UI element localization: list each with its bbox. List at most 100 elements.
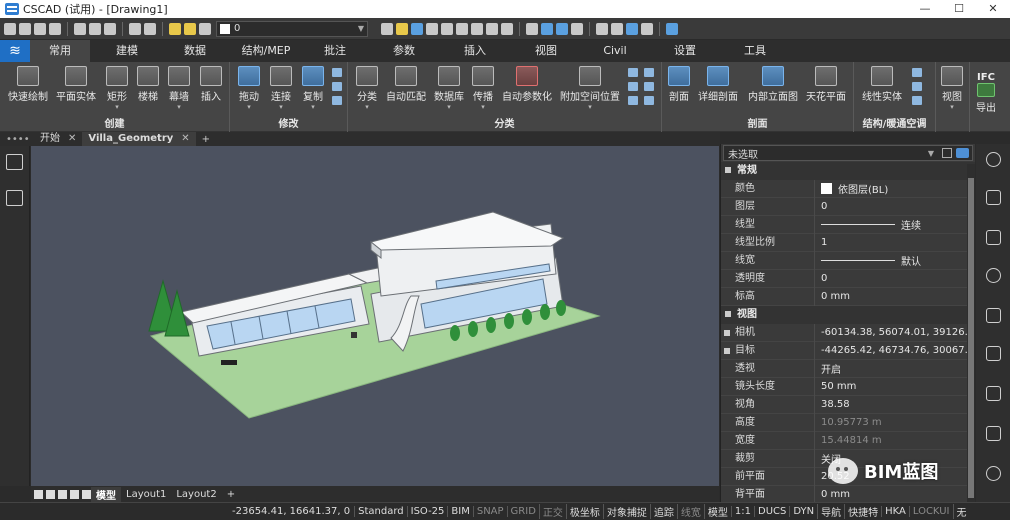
prop-row-perspective[interactable]: 透视 开启 [721, 359, 975, 378]
balloon-icon[interactable] [986, 230, 1001, 245]
filter-icon[interactable] [942, 148, 952, 158]
prop-row-camera[interactable]: 相机 -60134.38, 56074.01, 39126.68 [721, 323, 975, 342]
small-tool-icon[interactable] [644, 68, 654, 77]
properties-icon[interactable] [596, 22, 608, 35]
curtain-wall-button[interactable]: 幕墙 ▾ [168, 66, 190, 111]
layer-delete-icon[interactable] [501, 22, 513, 35]
prop-row-height[interactable]: 高度 10.95773 m [721, 413, 975, 432]
next-layout-icon[interactable] [58, 489, 67, 499]
small-tool-icon[interactable] [912, 96, 922, 105]
cube-icon[interactable] [986, 426, 1001, 441]
cloud-upload-icon[interactable] [986, 466, 1001, 481]
status-dim-style[interactable]: ISO-25 [406, 506, 448, 517]
print-icon[interactable] [74, 22, 86, 35]
tab-structure-mep[interactable]: 结构/MEP [226, 40, 306, 62]
detail-section-button[interactable]: 详细剖面 [698, 66, 738, 103]
insert-button[interactable]: 插入 [200, 66, 222, 103]
lightbulb-icon[interactable] [986, 152, 1001, 167]
stairs-button[interactable]: 楼梯 [137, 66, 159, 103]
tab-model[interactable]: 模型 [91, 486, 121, 502]
model-viewport[interactable] [31, 146, 719, 486]
new-file-icon[interactable] [4, 22, 16, 35]
design-center-icon[interactable] [611, 22, 623, 35]
open-file-icon[interactable] [19, 22, 31, 35]
prop-row-field-of-view[interactable]: 视角 38.58 [721, 395, 975, 414]
layer-state-icon[interactable] [426, 22, 438, 35]
status-nav[interactable]: 导航 [817, 504, 844, 519]
help-icon[interactable] [666, 22, 678, 35]
layer-previous-icon[interactable] [471, 22, 483, 35]
classify-button[interactable]: 分类 ▾ [356, 66, 378, 111]
planar-solid-button[interactable]: 平面实体 [56, 66, 96, 103]
last-layout-icon[interactable] [70, 489, 79, 499]
prop-row-layer[interactable]: 图层 0 [721, 197, 975, 216]
tab-civil[interactable]: Civil [586, 40, 644, 62]
status-scale[interactable]: 1:1 [730, 506, 754, 517]
prop-row-linetype[interactable]: 线型 连续 [721, 215, 975, 234]
bim-icon[interactable] [571, 22, 583, 35]
first-layout-icon[interactable] [34, 489, 43, 499]
close-icon[interactable]: ✕ [68, 132, 76, 146]
layer-on-icon[interactable] [169, 22, 181, 35]
drag-button[interactable]: 拖动 ▾ [238, 66, 260, 111]
match-layer-icon[interactable] [381, 22, 393, 35]
small-tool-icon[interactable] [644, 96, 654, 105]
small-tool-icon[interactable] [912, 82, 922, 91]
status-ortho[interactable]: 正交 [538, 504, 566, 519]
status-polar[interactable]: 极坐标 [565, 504, 603, 519]
copy-button[interactable]: 复制 ▾ [302, 66, 324, 111]
tab-layout1[interactable]: Layout1 [121, 489, 171, 500]
status-dyn[interactable]: DYN [789, 506, 817, 517]
prop-row-elevation[interactable]: 标高 0 mm [721, 287, 975, 306]
small-tool-icon[interactable] [912, 68, 922, 77]
tab-tools[interactable]: 工具 [726, 40, 784, 62]
status-none[interactable]: 无 [952, 504, 970, 519]
tab-parameters[interactable]: 参数 [364, 40, 444, 62]
status-tracking[interactable]: 追踪 [649, 504, 677, 519]
tab-common[interactable]: 常用 [30, 40, 90, 62]
prop-row-lineweight[interactable]: 线宽 默认 [721, 251, 975, 270]
tool-palette-icon[interactable] [626, 22, 638, 35]
ceiling-plan-button[interactable]: 天花平面 [806, 66, 846, 103]
small-tool-icon[interactable] [332, 82, 342, 91]
layers-icon[interactable] [986, 386, 1001, 401]
tab-data[interactable]: 数据 [164, 40, 226, 62]
ruler-icon[interactable] [986, 308, 1001, 323]
expand-icon[interactable] [724, 329, 730, 336]
status-snap[interactable]: SNAP [472, 506, 507, 517]
linear-solid-button[interactable]: 线性实体 [862, 66, 902, 103]
maximize-button[interactable]: ☐ [942, 0, 976, 18]
minimize-button[interactable]: — [908, 0, 942, 18]
section-general[interactable]: 常规 [721, 162, 975, 180]
prop-row-color[interactable]: 颜色 依图层(BL) [721, 179, 975, 198]
structure-tree-icon[interactable] [6, 190, 23, 206]
layout-list-icon[interactable] [82, 489, 91, 499]
prop-row-target[interactable]: 目标 -44265.42, 46734.76, 30067.07 [721, 341, 975, 360]
prop-row-linetype-scale[interactable]: 线型比例 1 [721, 233, 975, 252]
render-icon[interactable] [541, 22, 553, 35]
section-button[interactable]: 剖面 [668, 66, 690, 103]
layer-merge-icon[interactable] [486, 22, 498, 35]
status-bim[interactable]: BIM [447, 506, 472, 517]
layer-lock-icon[interactable] [199, 22, 211, 35]
auto-parametrize-button[interactable]: 自动参数化 [502, 66, 552, 103]
prop-row-transparency[interactable]: 透明度 0 [721, 269, 975, 288]
status-osnap[interactable]: 对象捕捉 [602, 504, 650, 519]
tab-layout2[interactable]: Layout2 [171, 489, 221, 500]
tab-settings[interactable]: 设置 [644, 40, 726, 62]
view-cube-icon[interactable] [526, 22, 538, 35]
status-quick-props[interactable]: 快捷特 [844, 504, 881, 519]
small-tool-icon[interactable] [628, 96, 638, 105]
tab-modeling[interactable]: 建模 [90, 40, 164, 62]
redo-icon[interactable] [144, 22, 156, 35]
status-lockui[interactable]: LOCKUI [908, 506, 953, 517]
visual-style-icon[interactable] [556, 22, 568, 35]
quick-select-icon[interactable] [956, 148, 969, 158]
status-ducs[interactable]: DUCS [754, 506, 789, 517]
home-icon[interactable] [6, 154, 23, 170]
prop-row-width[interactable]: 宽度 15.44814 m [721, 431, 975, 450]
close-button[interactable]: ✕ [976, 0, 1010, 18]
save-as-icon[interactable] [49, 22, 61, 35]
prop-row-lens-length[interactable]: 镜头长度 50 mm [721, 377, 975, 396]
undo-icon[interactable] [129, 22, 141, 35]
